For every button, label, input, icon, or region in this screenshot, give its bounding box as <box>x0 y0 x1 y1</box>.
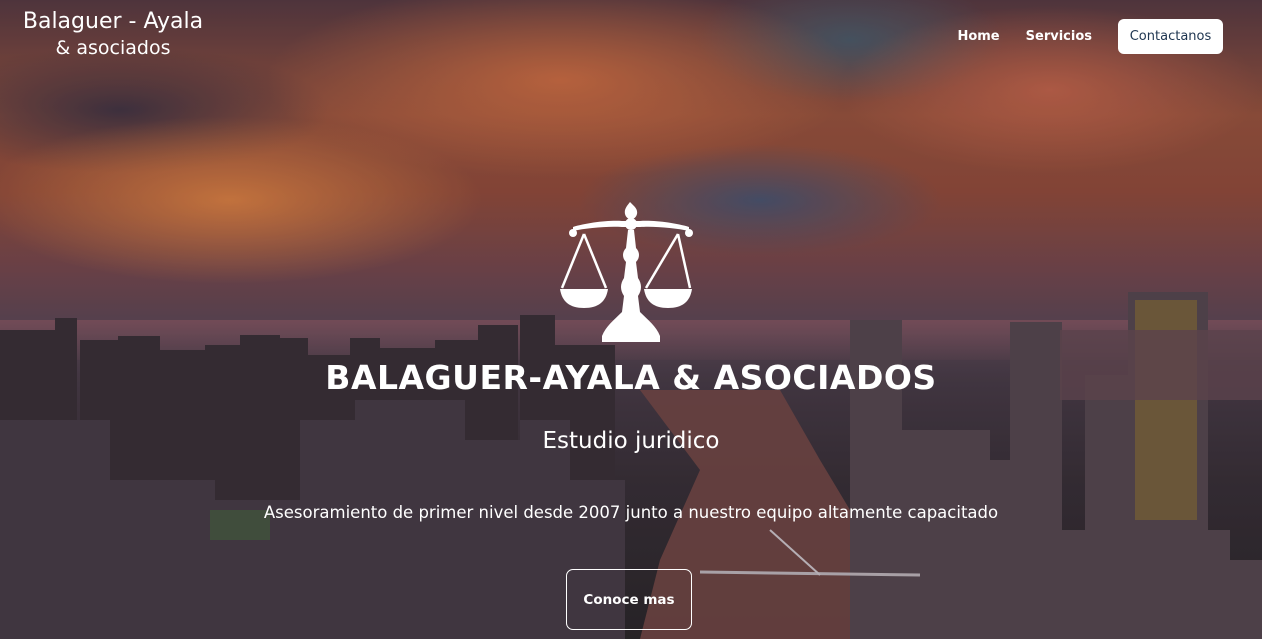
hero-section: Balaguer - Ayala & asociados Home Servic… <box>0 0 1262 639</box>
main-navigation: Home Servicios Contactanos <box>957 19 1223 54</box>
learn-more-button[interactable]: Conoce mas <box>566 569 692 630</box>
hero-title: BALAGUER-AYALA & ASOCIADOS <box>325 358 937 397</box>
hero-subtitle: Estudio juridico <box>542 428 720 454</box>
nav-link-servicios[interactable]: Servicios <box>1026 29 1092 44</box>
contact-button[interactable]: Contactanos <box>1118 19 1223 54</box>
brand-subname: & asociados <box>55 37 171 59</box>
brand-name: Balaguer - Ayala <box>22 9 204 34</box>
scales-of-justice-icon <box>560 202 693 342</box>
nav-link-home[interactable]: Home <box>957 29 999 44</box>
hero-tagline: Asesoramiento de primer nivel desde 2007… <box>263 503 999 522</box>
brand-logo[interactable]: Balaguer - Ayala & asociados <box>18 8 208 60</box>
